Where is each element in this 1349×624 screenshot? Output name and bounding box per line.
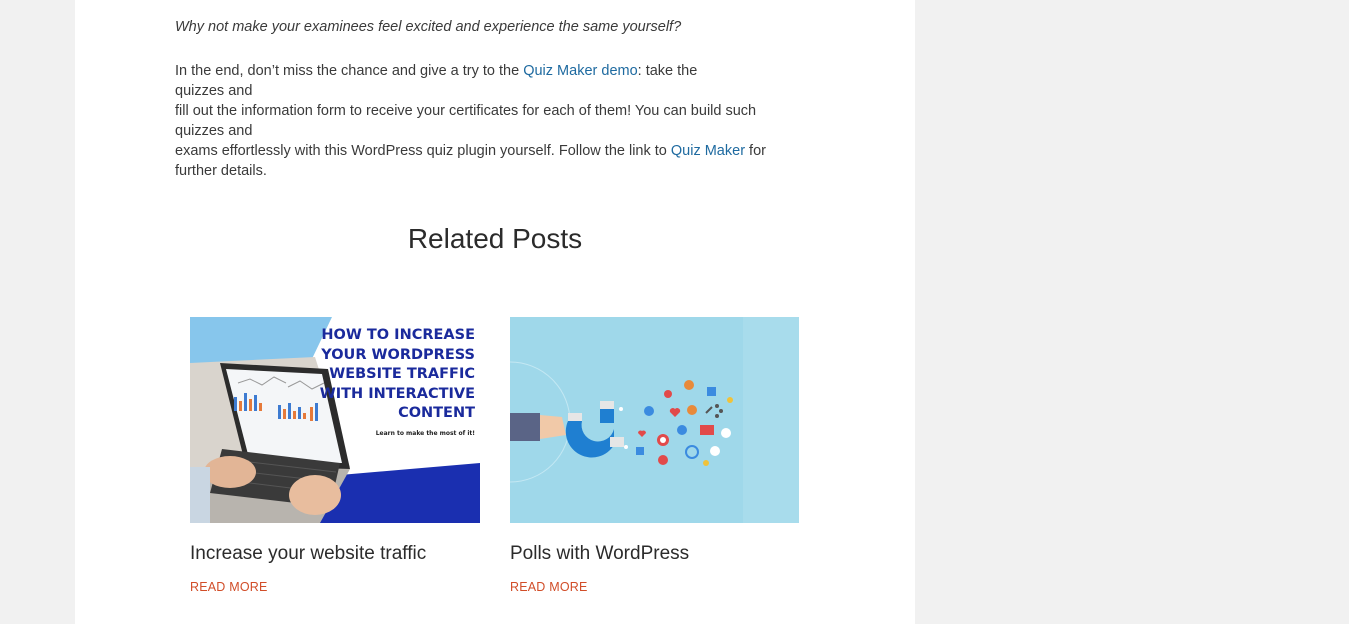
magnet-illustration — [510, 317, 799, 523]
headline-line: YOUR WORDPRESS — [321, 346, 475, 363]
para-text: quizzes and — [175, 83, 253, 99]
related-posts-title: Related Posts — [407, 223, 583, 254]
para-text: fill out the information form to receive… — [175, 103, 757, 119]
headline-line: HOW TO INCREASE — [321, 327, 475, 343]
related-post-card: HOW TO INCREASE YOUR WORDPRESS WEBSITE T… — [190, 317, 480, 596]
post-thumbnail[interactable] — [510, 317, 799, 523]
headline-line: WITH INTERACTIVE — [319, 385, 475, 402]
headline-line: CONTENT — [398, 405, 475, 421]
quiz-maker-demo-link[interactable]: Quiz Maker demo — [523, 63, 637, 79]
post-title[interactable]: Polls with WordPress — [510, 543, 799, 565]
post-thumbnail[interactable]: HOW TO INCREASE YOUR WORDPRESS WEBSITE T… — [190, 317, 480, 523]
italic-line: Why not make your examinees feel excited… — [175, 19, 682, 35]
para-text: quizzes and — [175, 123, 253, 139]
thumbnail-headline: HOW TO INCREASE YOUR WORDPRESS WEBSITE T… — [315, 326, 475, 424]
main-content: Why not make your examinees feel excited… — [75, 0, 915, 624]
para-text: In the end, don’t miss the chance and gi… — [175, 63, 524, 79]
post-title[interactable]: Increase your website traffic — [190, 543, 480, 565]
read-more-link[interactable]: READ MORE — [190, 580, 268, 594]
related-post-card: Polls with WordPress READ MORE — [510, 317, 799, 596]
thumbnail-subtext: Learn to make the most of it! — [375, 430, 475, 437]
quiz-maker-link[interactable]: Quiz Maker — [671, 143, 745, 159]
headline-line: WEBSITE TRAFFIC — [329, 366, 475, 382]
para-text: for — [745, 143, 766, 159]
read-more-link[interactable]: READ MORE — [510, 580, 588, 594]
article-body: Why not make your examinees feel excited… — [175, 17, 795, 181]
para-text: : take the — [637, 63, 698, 79]
para-text: further details. — [175, 163, 267, 179]
para-text: exams effortlessly with this WordPress q… — [175, 143, 671, 159]
closing-paragraph: In the end, don’t miss the chance and gi… — [175, 61, 795, 181]
